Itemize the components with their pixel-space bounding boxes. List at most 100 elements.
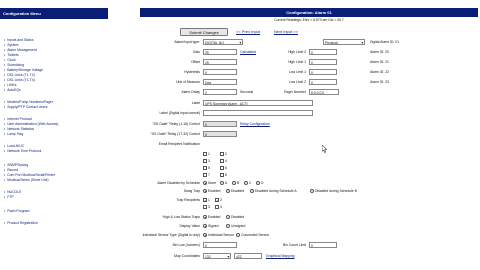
- digital-alarm-id: Digital Alarm ID: 01: [370, 40, 400, 44]
- connected-sensor-radio[interactable]: [236, 233, 240, 237]
- sidebar-item-ntp[interactable]: Network Time Protocol: [4, 149, 41, 153]
- sidebar-item-nucole[interactable]: NUCOLE: [4, 190, 21, 194]
- alarm-id-22: Alarm ID: 22: [370, 70, 389, 74]
- connected-sensor-text: Connected Sensor: [241, 233, 270, 237]
- high-limit-2-input[interactable]: 0: [309, 49, 337, 55]
- sidebar-item-flash-program[interactable]: Flash Program: [4, 209, 29, 213]
- schedule-a-radio[interactable]: [220, 181, 224, 185]
- sidebar-item-load-nuc[interactable]: Load-N/UC: [4, 144, 24, 148]
- sidebar-item-product-registration[interactable]: Product Registration: [4, 221, 38, 225]
- physical-select[interactable]: Physical: [323, 39, 365, 45]
- hysteresis-label: Hysteresis: [184, 70, 200, 74]
- email-recipient-1-label: 1: [208, 152, 210, 156]
- alarm-type-label: Alarm/Input type:: [174, 40, 200, 44]
- schedule-c-radio[interactable]: [244, 181, 248, 185]
- email-recipient-3-checkbox[interactable]: [203, 159, 207, 163]
- trap-recipient-2-checkbox[interactable]: [215, 198, 219, 203]
- sidebar-item-alarm-management[interactable]: Alarm Management: [4, 48, 37, 52]
- trap-recipient-4-checkbox[interactable]: [215, 205, 219, 209]
- hl-enabled-label: Enabled: [208, 215, 221, 219]
- swag-schedule-b-radio[interactable]: [310, 189, 314, 193]
- email-recipient-7-checkbox[interactable]: [203, 173, 207, 177]
- email-recipient-1-checkbox[interactable]: [203, 152, 207, 156]
- hl-disabled-label: Disabled: [231, 215, 245, 219]
- hysteresis-input[interactable]: 0: [203, 69, 237, 75]
- sidebar-item-battery[interactable]: Battery/Storage Voltage: [4, 68, 43, 72]
- sidebar-item-snmp[interactable]: SNMP/Syslog: [4, 163, 28, 167]
- calculated-link[interactable]: Calculated: [240, 50, 256, 54]
- individual-sensor-text: Individual Sensor: [208, 233, 235, 237]
- sidebar-item-system[interactable]: System: [4, 43, 18, 47]
- hl-disabled-radio[interactable]: [226, 215, 230, 219]
- swag-disabled-radio[interactable]: [226, 189, 230, 193]
- sidebar-item-internet-protocol[interactable]: Internet Protocol: [4, 117, 32, 121]
- bin-low-label: Bin Low (numeric): [172, 243, 200, 247]
- email-recipient-5-checkbox[interactable]: [203, 166, 207, 170]
- relay-2-input[interactable]: 0: [203, 131, 237, 137]
- email-recipient-8-checkbox[interactable]: [220, 173, 224, 177]
- gain-input[interactable]: 25: [203, 49, 237, 55]
- swag-disabled-label: Disabled: [231, 189, 245, 193]
- sidebar-item-ftp[interactable]: FTP: [4, 195, 13, 199]
- sidebar-item-dsl-links-2[interactable]: DSL Links (T1-T4): [4, 78, 35, 82]
- sidebar-item-network-statistics[interactable]: Network Statistics: [4, 127, 34, 131]
- trap-recipient-1-checkbox[interactable]: [203, 198, 207, 203]
- sidebar-item-links[interactable]: LINKs: [4, 83, 16, 87]
- sidebar-item-com-port[interactable]: Com Port Modbus/Serial/Printer: [4, 173, 55, 177]
- bin-low-input[interactable]: 0: [203, 242, 237, 248]
- high-limit-1-input[interactable]: 0: [309, 59, 337, 65]
- label-english-input[interactable]: [203, 110, 313, 116]
- individual-sensor-radio[interactable]: [203, 233, 207, 237]
- label-english-label: Label (Digital input normal): [159, 111, 200, 115]
- low-limit-2-input[interactable]: 0: [309, 79, 337, 85]
- high-limit-2-label: High Limit 2: [288, 50, 306, 54]
- sidebar-item-modbus[interactable]: Modbus/Series (Since Unit): [4, 178, 48, 182]
- alarm-id-20: Alarm ID: 20: [370, 50, 389, 54]
- email-recipient-4-checkbox[interactable]: [220, 159, 224, 163]
- email-recipient-6-checkbox[interactable]: [220, 166, 224, 170]
- sidebar-item-dsl-links[interactable]: DSL Links (T1-T4): [4, 73, 35, 77]
- hl-enabled-radio[interactable]: [203, 215, 207, 219]
- sidebar-item-user-admin[interactable]: User Administration (Web Access): [4, 122, 58, 126]
- submit-changes-button[interactable]: Submit Changes: [180, 28, 228, 36]
- alarm-delay-input[interactable]: 2: [203, 89, 237, 95]
- schedule-b-radio[interactable]: [232, 181, 236, 185]
- display-signed-radio[interactable]: [203, 224, 207, 228]
- swag-schedule-b-label: Disabled during Schedule B: [315, 189, 357, 193]
- sidebar-item-record[interactable]: Record: [4, 168, 18, 172]
- alarm-type-select[interactable]: DIGITAL NO: [203, 39, 243, 45]
- unit-input[interactable]: Deg: [203, 79, 237, 85]
- low-limit-1-input[interactable]: 0: [309, 69, 337, 75]
- display-unsigned-radio[interactable]: [226, 224, 230, 228]
- main-panel: Configuration: Alarm 01 Current Readings…: [140, 8, 478, 270]
- map-x-select[interactable]: 132: [203, 253, 231, 259]
- sidebar-item-autoeqs[interactable]: AutoEQs: [4, 88, 21, 92]
- graphical-mapping-link[interactable]: Graphical Mapping: [266, 254, 294, 258]
- prev-input-link[interactable]: << Prev Input: [236, 29, 260, 34]
- sidebar-item-inputs-status[interactable]: Inputs and Status: [4, 38, 33, 42]
- schedule-d-radio[interactable]: [256, 181, 260, 185]
- schedule-none-radio[interactable]: [203, 181, 207, 185]
- sidebar-item-modem-pager[interactable]: Modem/Pump Numbers/Pager: [4, 100, 53, 104]
- sidebar-item-contact-users[interactable]: Supply/PTP Contact Users: [4, 105, 47, 109]
- sidebar-item-lamp-flag[interactable]: Lamp Flag: [4, 132, 23, 136]
- swag-enabled-radio[interactable]: [203, 189, 207, 193]
- swag-schedule-a-radio[interactable]: [250, 189, 254, 193]
- relay-configuration-link[interactable]: Relay Configuration: [240, 122, 270, 126]
- schedule-c-label: C: [249, 181, 252, 185]
- alarm-id-23: Alarm ID: 23: [370, 80, 389, 84]
- sidebar-item-scheduling[interactable]: Scheduling: [4, 63, 24, 67]
- trap-recipient-3-checkbox[interactable]: [203, 205, 207, 209]
- label-input[interactable]: UPS Summary Alarm - ACTI: [203, 100, 313, 106]
- map-y-input[interactable]: 422: [234, 253, 262, 259]
- email-recipient-2-checkbox[interactable]: [220, 152, 224, 156]
- email-recipient-8-label: 8: [225, 173, 227, 177]
- relay-1-input[interactable]: 0: [203, 121, 237, 127]
- offset-input[interactable]: 25: [203, 59, 237, 65]
- next-input-link[interactable]: Next Input >>: [274, 29, 298, 34]
- sidebar-item-ticklets[interactable]: Ticklets: [4, 53, 18, 57]
- bin-count-input[interactable]: 0: [309, 242, 337, 248]
- trap-recipient-2-label: 2: [220, 198, 222, 202]
- sidebar-item-clock[interactable]: Clock: [4, 58, 15, 62]
- pager-number-input[interactable]: 8.0.0.0.0: [309, 89, 339, 95]
